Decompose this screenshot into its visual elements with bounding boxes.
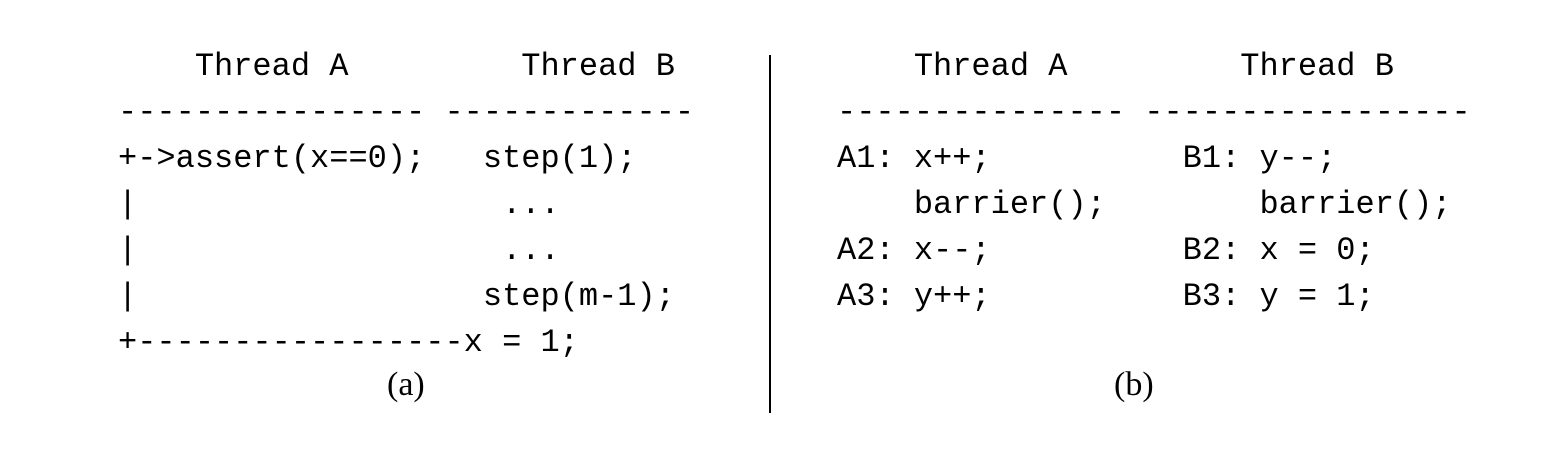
panel-a-header: Thread A Thread B: [118, 48, 675, 85]
panel-a-row: +->assert(x==0); step(1);: [118, 140, 637, 177]
panel-b-row: A2: x--; B2: x = 0;: [837, 232, 1375, 269]
panel-a-row: | ...: [118, 232, 560, 269]
panel-a-row: +-----------------x = 1;: [118, 324, 579, 361]
panel-a-row: | step(m-1);: [118, 278, 675, 315]
panel-b-rule: --------------- -----------------: [837, 94, 1471, 131]
panel-b-caption: (b): [1114, 366, 1154, 403]
panel-b-row: barrier(); barrier();: [837, 186, 1452, 223]
panel-b-row: A1: x++; B1: y--;: [837, 140, 1337, 177]
panel-a-caption: (a): [387, 366, 425, 403]
panel-a-rule: ---------------- -------------: [118, 94, 695, 131]
panel-b-header: Thread A Thread B: [837, 48, 1394, 85]
panel-divider: [769, 55, 771, 413]
panel-b-row: A3: y++; B3: y = 1;: [837, 278, 1375, 315]
panel-a-row: | ...: [118, 186, 560, 223]
